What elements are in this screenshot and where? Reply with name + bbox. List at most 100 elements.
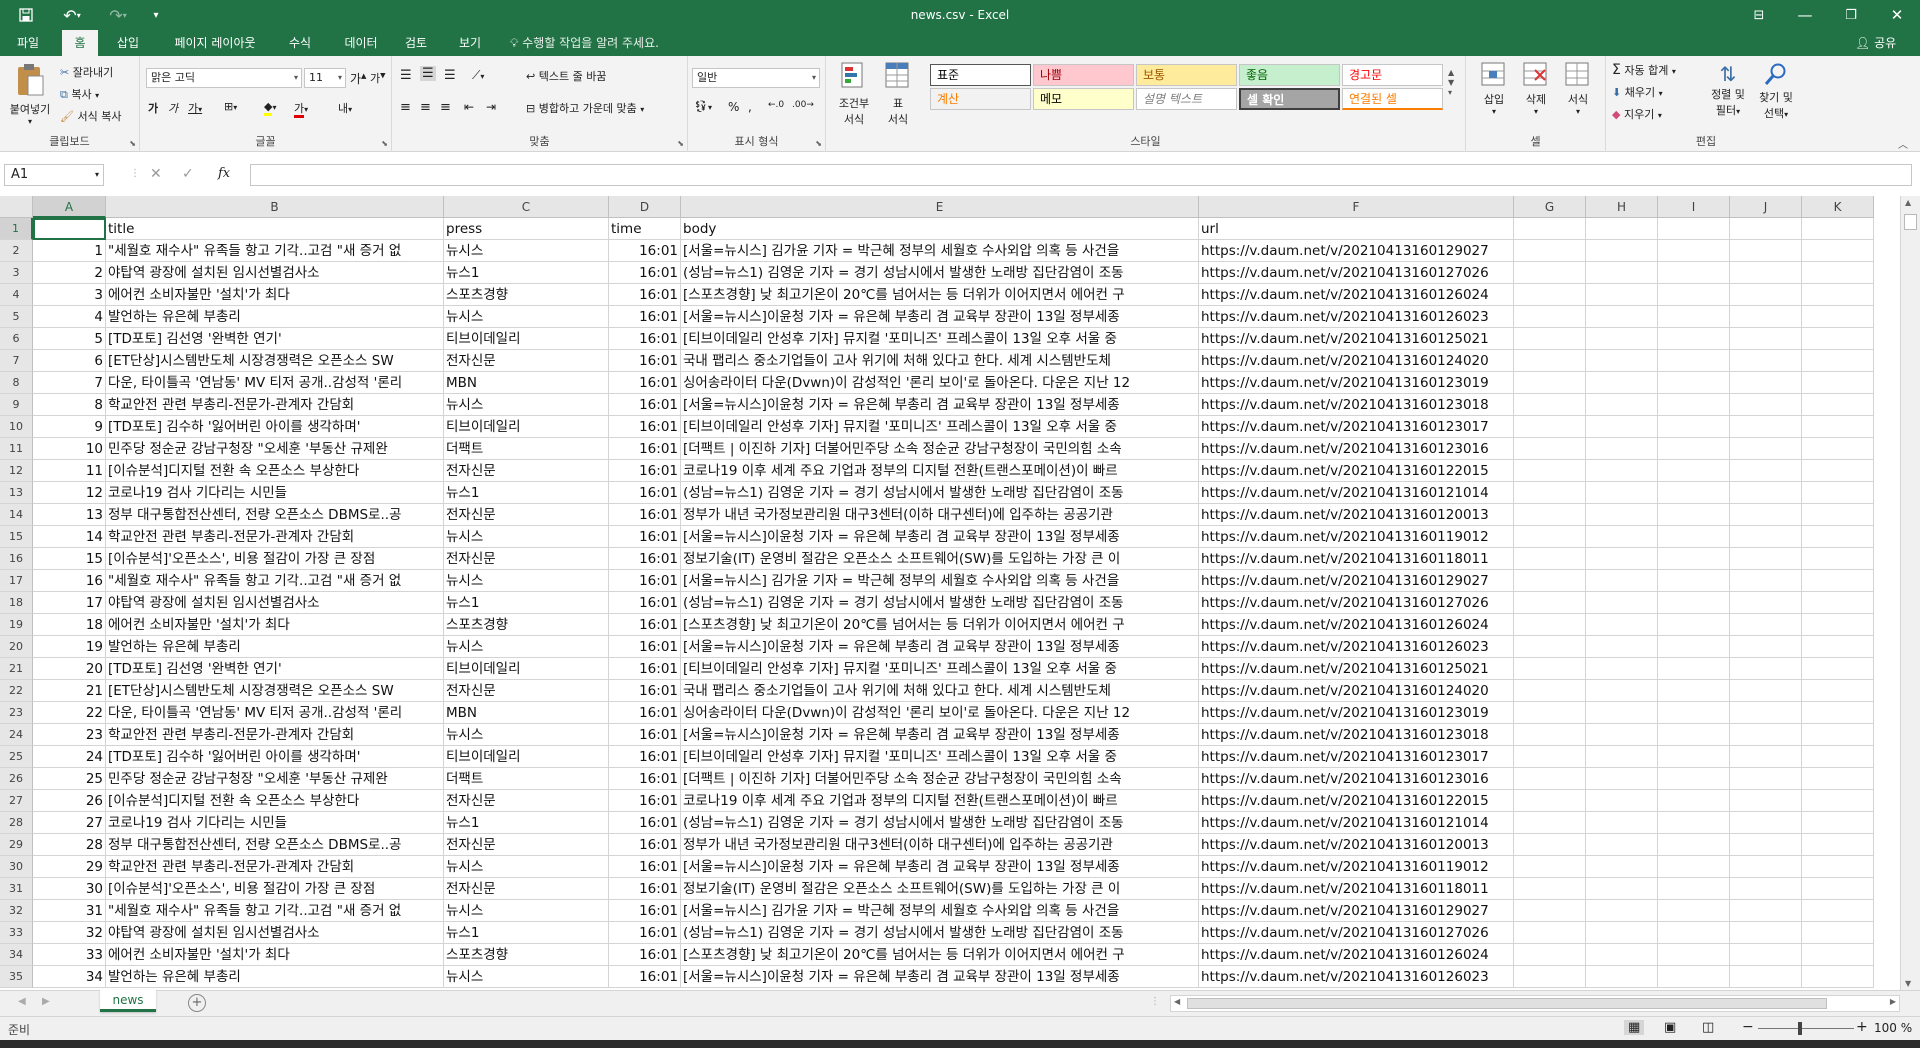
cell-a3[interactable]: 2	[33, 262, 106, 284]
cell-h17[interactable]	[1586, 570, 1658, 592]
cell-j7[interactable]	[1730, 350, 1802, 372]
cell-i11[interactable]	[1658, 438, 1730, 460]
orientation-icon[interactable]: ⟋▾	[472, 68, 484, 83]
cell-d30[interactable]: 16:01	[609, 856, 681, 878]
cell-d18[interactable]: 16:01	[609, 592, 681, 614]
zoom-slider-thumb[interactable]	[1798, 1022, 1802, 1035]
cell-f27[interactable]: https://v.daum.net/v/20210413160122015	[1199, 790, 1514, 812]
close-button[interactable]: ✕	[1874, 0, 1920, 30]
cell-a21[interactable]: 20	[33, 658, 106, 680]
cell-j25[interactable]	[1730, 746, 1802, 768]
grow-font-icon[interactable]: 가▲	[350, 70, 366, 87]
cell-g2[interactable]	[1514, 240, 1586, 262]
tab-review[interactable]: 검토	[396, 30, 436, 56]
cell-c3[interactable]: 뉴스1	[444, 262, 609, 284]
cell-g18[interactable]	[1514, 592, 1586, 614]
cell-b6[interactable]: [TD포토] 김선영 '완벽한 연기'	[106, 328, 444, 350]
cell-a16[interactable]: 15	[33, 548, 106, 570]
cut-button[interactable]: ✂ 잘라내기	[60, 64, 113, 80]
cell-b4[interactable]: 에어컨 소비자불만 '설치'가 최다	[106, 284, 444, 306]
cell-j6[interactable]	[1730, 328, 1802, 350]
row-header[interactable]: 11	[0, 438, 33, 460]
formula-input[interactable]	[250, 164, 1912, 186]
column-header-f[interactable]: F	[1199, 196, 1514, 218]
cell-j3[interactable]	[1730, 262, 1802, 284]
cell-i33[interactable]	[1658, 922, 1730, 944]
cell-b7[interactable]: [ET단상]시스템반도체 시장경쟁력은 오픈소스 SW	[106, 350, 444, 372]
zoom-level[interactable]: 100 %	[1874, 1021, 1912, 1035]
cell-h14[interactable]	[1586, 504, 1658, 526]
column-header-i[interactable]: I	[1658, 196, 1730, 218]
cell-i8[interactable]	[1658, 372, 1730, 394]
paste-button[interactable]: 붙여넣기 ▾	[8, 62, 52, 126]
cell-c14[interactable]: 전자신문	[444, 504, 609, 526]
cell-k32[interactable]	[1802, 900, 1874, 922]
row-header[interactable]: 25	[0, 746, 33, 768]
cell-j17[interactable]	[1730, 570, 1802, 592]
cell-e23[interactable]: 싱어송라이터 다운(Dvwn)이 감성적인 '론리 보이'로 돌아온다. 다운은…	[681, 702, 1199, 724]
cell-e30[interactable]: [서울=뉴시스]이윤청 기자 = 유은혜 부총리 겸 교육부 장관이 13일 정…	[681, 856, 1199, 878]
cell-c32[interactable]: 뉴시스	[444, 900, 609, 922]
comma-icon[interactable]: ,	[748, 100, 752, 114]
cell-b26[interactable]: 민주당 정순균 강남구청장 "오세훈 '부동산 규제완	[106, 768, 444, 790]
row-header[interactable]: 32	[0, 900, 33, 922]
cell-f31[interactable]: https://v.daum.net/v/20210413160118011	[1199, 878, 1514, 900]
cell-i16[interactable]	[1658, 548, 1730, 570]
cell-d29[interactable]: 16:01	[609, 834, 681, 856]
cell-f20[interactable]: https://v.daum.net/v/20210413160126023	[1199, 636, 1514, 658]
cell-e9[interactable]: [서울=뉴시스]이윤청 기자 = 유은혜 부총리 겸 교육부 장관이 13일 정…	[681, 394, 1199, 416]
cell-b32[interactable]: "세월호 재수사" 유족들 항고 기각..고검 "새 증거 없	[106, 900, 444, 922]
tell-me-box[interactable]: 💡︎ 수행할 작업을 알려 주세요.	[510, 30, 659, 56]
gallery-scroll[interactable]: ▲ ▼ ▾	[1448, 68, 1454, 98]
cell-c27[interactable]: 전자신문	[444, 790, 609, 812]
cell-b29[interactable]: 정부 대구통합전산센터, 전량 오픈소스 DBMS로..공	[106, 834, 444, 856]
cell-h18[interactable]	[1586, 592, 1658, 614]
cell-h31[interactable]	[1586, 878, 1658, 900]
tab-insert[interactable]: 삽입	[108, 30, 148, 56]
cell-h28[interactable]	[1586, 812, 1658, 834]
cell-b15[interactable]: 학교안전 관련 부총리-전문가-관계자 간담회	[106, 526, 444, 548]
cell-f12[interactable]: https://v.daum.net/v/20210413160122015	[1199, 460, 1514, 482]
cell-style-item[interactable]: 표준	[930, 64, 1031, 86]
cell-i24[interactable]	[1658, 724, 1730, 746]
percent-icon[interactable]: %	[728, 100, 739, 114]
cell-b20[interactable]: 발언하는 유은혜 부총리	[106, 636, 444, 658]
cell-k15[interactable]	[1802, 526, 1874, 548]
cell-f32[interactable]: https://v.daum.net/v/20210413160129027	[1199, 900, 1514, 922]
cell-k25[interactable]	[1802, 746, 1874, 768]
cell-b13[interactable]: 코로나19 검사 기다리는 시민들	[106, 482, 444, 504]
cell-k27[interactable]	[1802, 790, 1874, 812]
cell-h2[interactable]	[1586, 240, 1658, 262]
cell-i21[interactable]	[1658, 658, 1730, 680]
underline-icon[interactable]: 가▾	[188, 100, 202, 116]
copy-button[interactable]: ⧉ 복사 ▾	[60, 86, 99, 102]
cell-i19[interactable]	[1658, 614, 1730, 636]
align-middle-icon[interactable]: ☰	[420, 66, 436, 81]
cell-a34[interactable]: 33	[33, 944, 106, 966]
column-header-k[interactable]: K	[1802, 196, 1874, 218]
cell-d21[interactable]: 16:01	[609, 658, 681, 680]
cell-c11[interactable]: 더팩트	[444, 438, 609, 460]
cell-d2[interactable]: 16:01	[609, 240, 681, 262]
cell-c7[interactable]: 전자신문	[444, 350, 609, 372]
cell-c31[interactable]: 전자신문	[444, 878, 609, 900]
cell-c29[interactable]: 전자신문	[444, 834, 609, 856]
cell-d1[interactable]: time	[609, 218, 681, 240]
cell-i6[interactable]	[1658, 328, 1730, 350]
cell-a12[interactable]: 11	[33, 460, 106, 482]
cell-g6[interactable]	[1514, 328, 1586, 350]
cell-g16[interactable]	[1514, 548, 1586, 570]
cell-k11[interactable]	[1802, 438, 1874, 460]
cell-h35[interactable]	[1586, 966, 1658, 988]
cell-e12[interactable]: 코로나19 이후 세계 주요 기업과 정부의 디지털 전환(트랜스포메이션)이 …	[681, 460, 1199, 482]
cell-g20[interactable]	[1514, 636, 1586, 658]
cell-k12[interactable]	[1802, 460, 1874, 482]
cell-b10[interactable]: [TD포토] 김수하 '잃어버린 아이를 생각하며'	[106, 416, 444, 438]
cell-g4[interactable]	[1514, 284, 1586, 306]
cell-e29[interactable]: 정부가 내년 국가정보관리원 대구3센터(이하 대구센터)에 입주하는 공공기관	[681, 834, 1199, 856]
cell-c10[interactable]: 티브이데일리	[444, 416, 609, 438]
scroll-down-icon[interactable]: ▼	[1905, 979, 1911, 988]
cell-style-item[interactable]: 메모	[1033, 88, 1134, 110]
cell-d19[interactable]: 16:01	[609, 614, 681, 636]
row-header[interactable]: 3	[0, 262, 33, 284]
